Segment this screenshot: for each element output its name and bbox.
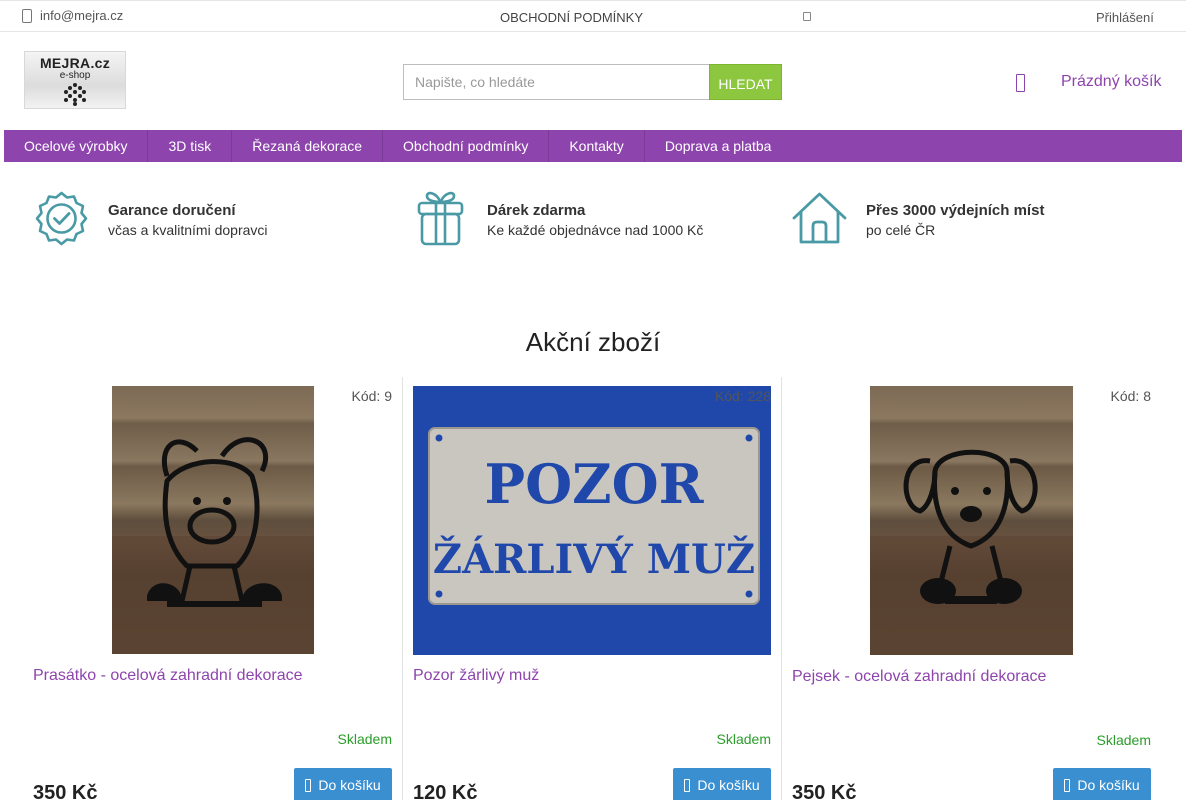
nav-item-doprava-a-platba[interactable]: Doprava a platba bbox=[645, 130, 792, 162]
benefit-subtitle: po celé ČR bbox=[866, 222, 936, 238]
product-code: Kód: 9 bbox=[351, 388, 392, 404]
logo-subtext: e-shop bbox=[59, 70, 91, 81]
benefit-subtitle: včas a kvalitními dopravci bbox=[108, 222, 268, 238]
product-name[interactable]: Pejsek - ocelová zahradní dekorace bbox=[792, 668, 1046, 686]
house-icon bbox=[792, 192, 847, 244]
cart-icon[interactable] bbox=[1016, 74, 1025, 92]
nav-item-kontakty[interactable]: Kontakty bbox=[549, 130, 645, 162]
gift-icon bbox=[417, 191, 464, 246]
add-to-cart-button[interactable]: Do košíku bbox=[673, 768, 771, 800]
product-image[interactable] bbox=[112, 386, 314, 654]
nav-item-rezana-dekorace[interactable]: Řezaná dekorace bbox=[232, 130, 384, 162]
product-code: Kód: 228 bbox=[714, 388, 771, 404]
product-price: 350 Kč bbox=[33, 782, 98, 800]
cart-icon bbox=[684, 778, 691, 792]
benefit-delivery: Garance doručení včas a kvalitními dopra… bbox=[33, 190, 268, 247]
dog-silhouette-image bbox=[870, 449, 1073, 655]
search-button[interactable]: HLEDAT bbox=[709, 64, 782, 100]
logo-text: MEJRA.cz bbox=[39, 55, 111, 71]
product-card: Kód: 8 Pejsek - ocelová zahradní dekorac… bbox=[781, 377, 1162, 800]
cart-icon bbox=[1064, 778, 1071, 792]
stock-status: Skladem bbox=[337, 731, 392, 747]
sign-text-line2: ŽÁRLIVÝ MUŽ bbox=[433, 536, 755, 583]
terms-link[interactable]: OBCHODNÍ PODMÍNKY bbox=[500, 10, 643, 25]
search-input[interactable] bbox=[403, 64, 709, 100]
sign-text-line1: POZOR bbox=[485, 452, 705, 516]
top-bar: info@mejra.cz OBCHODNÍ PODMÍNKY Přihláše… bbox=[0, 0, 1186, 32]
product-price: 350 Kč bbox=[792, 782, 857, 800]
badge-check-icon bbox=[35, 191, 88, 246]
product-name[interactable]: Pozor žárlivý muž bbox=[413, 667, 539, 685]
phone-icon bbox=[22, 8, 32, 23]
benefit-title: Dárek zdarma bbox=[487, 202, 586, 219]
product-card: POZOR ŽÁRLIVÝ MUŽ Kód: 228 Pozor žárlivý… bbox=[402, 377, 782, 800]
pig-silhouette-image bbox=[112, 437, 314, 654]
nav-item-ocelove-vyrobky[interactable]: Ocelové výrobky bbox=[4, 130, 149, 162]
benefit-pickup: Přes 3000 výdejních míst po celé ČR bbox=[791, 190, 1044, 247]
product-image[interactable]: POZOR ŽÁRLIVÝ MUŽ bbox=[413, 386, 771, 655]
add-to-cart-button[interactable]: Do košíku bbox=[1053, 768, 1151, 800]
stock-status: Skladem bbox=[1096, 732, 1151, 748]
product-card: Kód: 9 Prasátko - ocelová zahradní dekor… bbox=[23, 377, 403, 800]
sign-image: POZOR ŽÁRLIVÝ MUŽ bbox=[413, 386, 771, 655]
benefit-gift: Dárek zdarma Ke každé objednávce nad 100… bbox=[412, 190, 703, 247]
main-navigation: Ocelové výrobky 3D tisk Řezaná dekorace … bbox=[4, 130, 1182, 162]
add-to-cart-label: Do košíku bbox=[1077, 777, 1140, 793]
email-text: info@mejra.cz bbox=[40, 8, 124, 23]
site-logo[interactable]: MEJRA.cz e-shop bbox=[24, 51, 126, 109]
email-link[interactable]: info@mejra.cz bbox=[22, 8, 123, 23]
add-to-cart-label: Do košíku bbox=[318, 777, 381, 793]
stock-status: Skladem bbox=[716, 731, 771, 747]
product-price: 120 Kč bbox=[413, 782, 478, 800]
search-form: HLEDAT bbox=[403, 64, 782, 100]
benefit-subtitle: Ke každé objednávce nad 1000 Kč bbox=[487, 222, 704, 238]
nav-item-obchodni-podminky[interactable]: Obchodní podmínky bbox=[383, 130, 550, 162]
small-icon[interactable] bbox=[803, 12, 811, 21]
product-code: Kód: 8 bbox=[1110, 388, 1151, 404]
benefit-title: Přes 3000 výdejních míst bbox=[866, 202, 1045, 219]
login-link[interactable]: Přihlášení bbox=[1096, 10, 1154, 25]
add-to-cart-button[interactable]: Do košíku bbox=[294, 768, 392, 800]
benefit-title: Garance doručení bbox=[108, 202, 236, 219]
cart-icon bbox=[305, 778, 312, 792]
section-title: Akční zboží bbox=[525, 327, 661, 357]
nav-item-3d-tisk[interactable]: 3D tisk bbox=[148, 130, 233, 162]
product-name[interactable]: Prasátko - ocelová zahradní dekorace bbox=[33, 667, 302, 685]
add-to-cart-label: Do košíku bbox=[697, 777, 760, 793]
product-image[interactable] bbox=[870, 386, 1073, 655]
cart-link[interactable]: Prázdný košík bbox=[1061, 73, 1161, 91]
logo-mark-icon bbox=[64, 83, 86, 106]
